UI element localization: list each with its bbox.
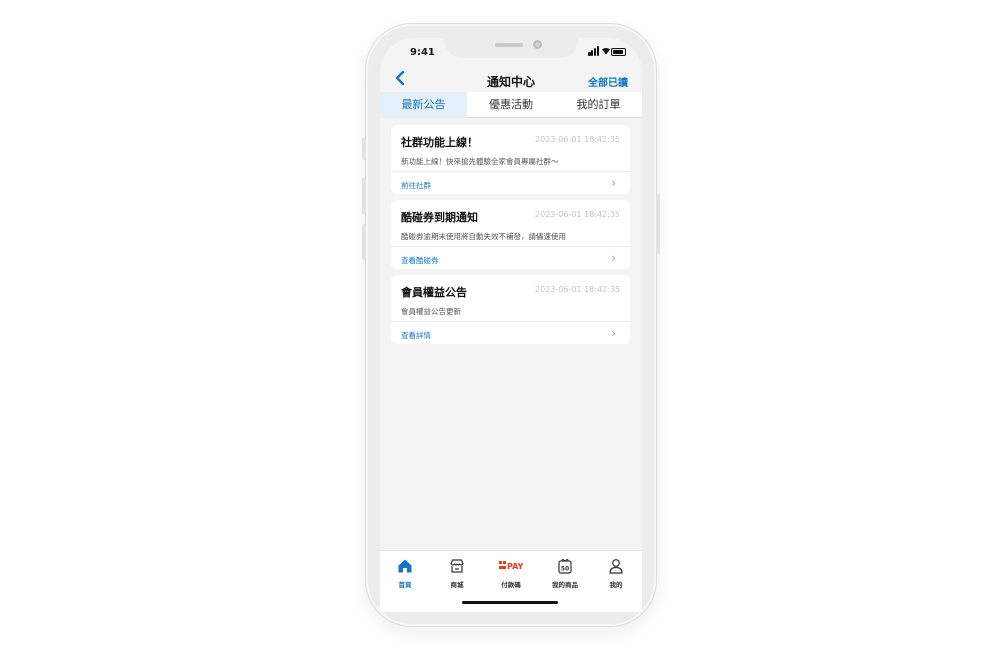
- nav-home[interactable]: 首頁: [383, 557, 427, 589]
- nav-label: 首頁: [398, 581, 412, 589]
- notification-desc: 會員權益公告更新: [401, 307, 461, 316]
- notification-title: 酷碰券到期通知: [401, 211, 478, 224]
- status-time: 9:41: [410, 47, 435, 58]
- tab-orders[interactable]: 我的訂單: [555, 92, 642, 118]
- notification-card: 酷碰券到期通知 2023-06-01 18:42:35 酷碰券逾期未使用將自動失…: [391, 200, 630, 269]
- tab-latest[interactable]: 最新公告: [380, 92, 467, 118]
- notification-time: 2023-06-01 18:42:35: [535, 285, 620, 294]
- mark-all-read-button[interactable]: 全部已讀: [588, 74, 628, 89]
- nav-profile[interactable]: 我的: [594, 557, 638, 589]
- nav-label: 付款碼: [501, 581, 521, 589]
- notification-link[interactable]: 查看酷碰券: [401, 255, 439, 266]
- speaker: [495, 43, 523, 47]
- notification-time: 2023-06-01 18:42:35: [535, 210, 620, 219]
- gift-icon: 50: [558, 559, 572, 574]
- notification-time: 2023-06-01 18:42:35: [535, 135, 620, 144]
- chevron-right-icon[interactable]: ›: [611, 176, 616, 190]
- divider: [391, 321, 630, 322]
- home-indicator[interactable]: [462, 601, 558, 604]
- phone-side-button: [362, 178, 366, 214]
- signal-icon: [591, 50, 593, 56]
- phone-side-button: [362, 138, 366, 160]
- nav-label: 商城: [450, 581, 464, 589]
- page-title: 通知中心: [486, 75, 535, 89]
- back-button[interactable]: [394, 70, 406, 91]
- gift-badge: 50: [561, 566, 569, 573]
- tab-bar: 最新公告 優惠活動 我的訂單: [380, 92, 642, 118]
- notification-desc: 酷碰券逾期未使用將自動失效不補發，請儘速使用: [401, 232, 566, 241]
- nav-label: 我的: [609, 581, 623, 589]
- wifi-icon: [601, 46, 611, 59]
- notification-link[interactable]: 查看詳情: [401, 330, 431, 341]
- battery-icon: [611, 48, 626, 56]
- notification-title: 社群功能上線！: [401, 136, 478, 149]
- phone-side-button: [656, 194, 660, 254]
- chevron-right-icon[interactable]: ›: [611, 326, 616, 340]
- signal-icon: [597, 46, 599, 56]
- pay-icon: PAY: [499, 561, 524, 571]
- store-icon: [450, 559, 464, 573]
- notification-card: 會員權益公告 2023-06-01 18:42:35 會員權益公告更新 查看詳情…: [391, 275, 630, 344]
- home-icon: [398, 559, 412, 573]
- notification-title: 會員權益公告: [401, 286, 467, 299]
- pay-logo-text: PAY: [507, 562, 524, 571]
- user-icon: [609, 559, 623, 574]
- divider: [391, 246, 630, 247]
- signal-icon: [594, 48, 596, 56]
- notification-link[interactable]: 前往社群: [401, 180, 431, 191]
- phone-side-button: [362, 224, 366, 260]
- chevron-left-icon: [395, 70, 405, 86]
- nav-my-products[interactable]: 50 我的商品: [543, 557, 587, 589]
- nav-store[interactable]: 商城: [435, 557, 479, 589]
- tab-promotions[interactable]: 優惠活動: [467, 92, 555, 118]
- camera: [533, 40, 542, 49]
- notification-card: 社群功能上線！ 2023-06-01 18:42:35 新功能上線！快來搶先體驗…: [391, 125, 630, 194]
- status-icons: [588, 46, 628, 58]
- divider: [391, 171, 630, 172]
- chevron-right-icon[interactable]: ›: [611, 251, 616, 265]
- nav-label: 我的商品: [552, 581, 578, 589]
- notification-desc: 新功能上線！快來搶先體驗全家會員專屬社群〜: [401, 157, 559, 166]
- nav-pay[interactable]: PAY 付款碼: [489, 557, 533, 589]
